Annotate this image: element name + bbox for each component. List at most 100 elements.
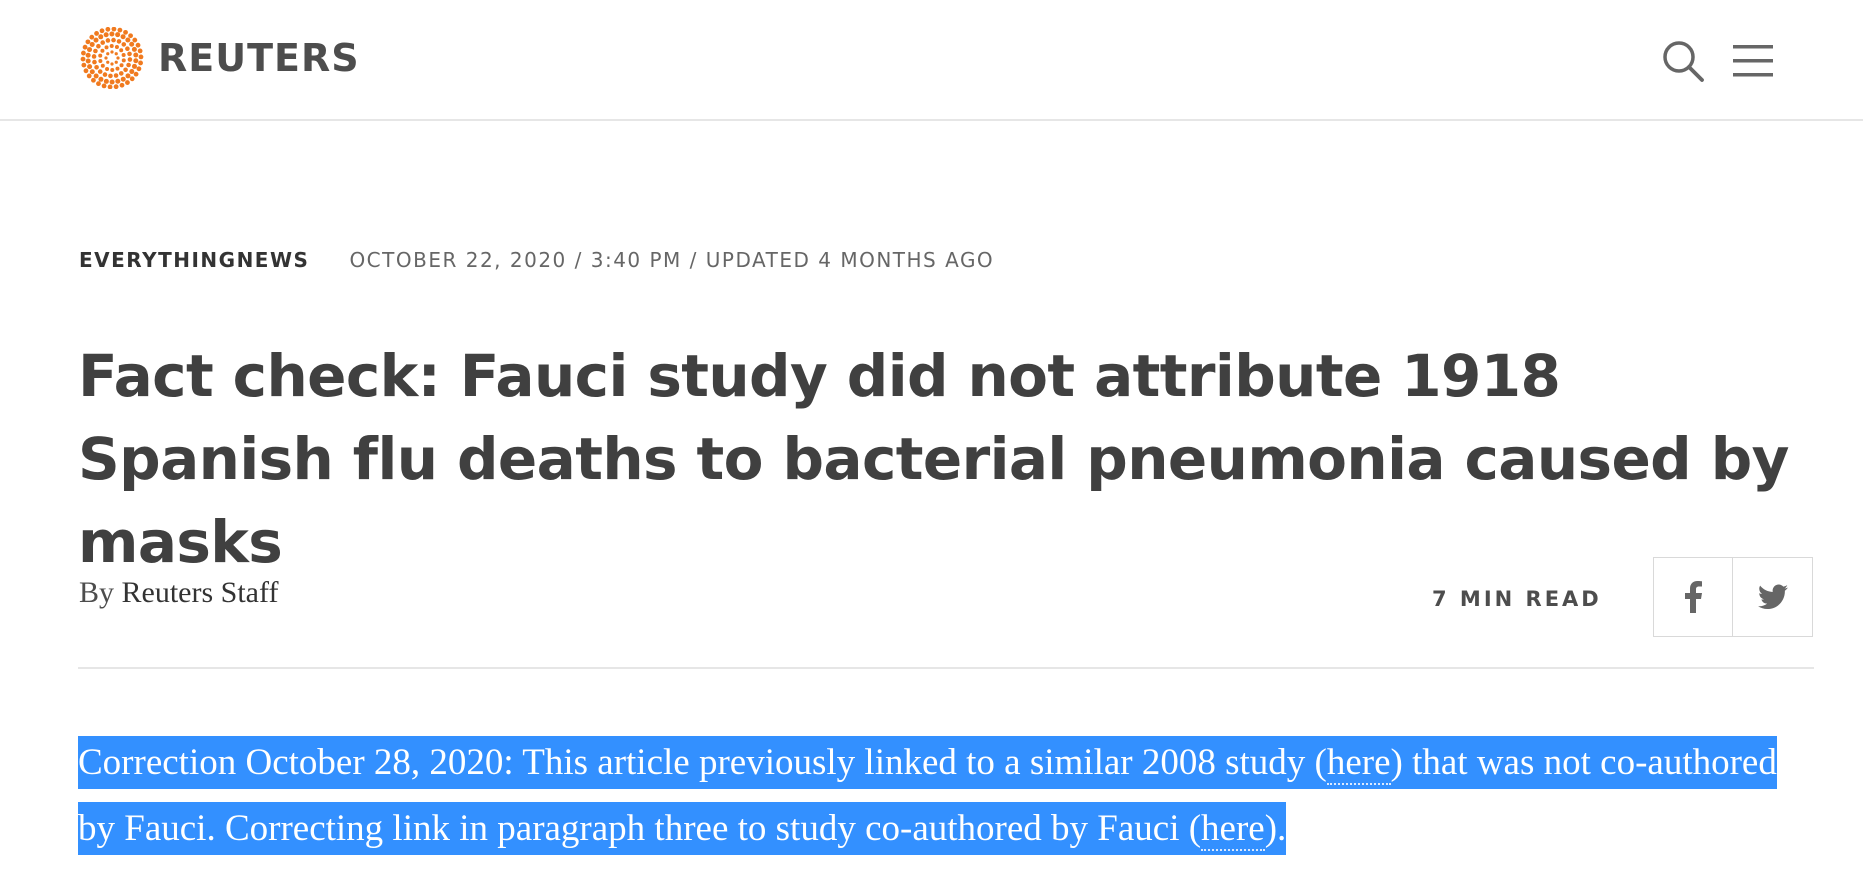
byline-divider bbox=[78, 667, 1814, 669]
logo-dot bbox=[118, 71, 124, 76]
logo-dot bbox=[92, 59, 97, 65]
logo-dot bbox=[98, 58, 103, 63]
logo-dot bbox=[109, 44, 114, 48]
logo-dot bbox=[89, 34, 95, 40]
read-time: 7 MIN READ bbox=[1432, 587, 1602, 611]
logo-dot bbox=[117, 27, 123, 33]
logo-dot bbox=[82, 44, 88, 50]
reuters-logo[interactable]: REUTERS bbox=[78, 27, 360, 89]
logo-dot bbox=[85, 52, 91, 58]
site-header: REUTERS bbox=[0, 0, 1863, 121]
logo-dot bbox=[94, 31, 99, 36]
author-link[interactable]: Reuters Staff bbox=[122, 576, 279, 609]
logo-dot bbox=[138, 54, 144, 60]
search-icon bbox=[1663, 41, 1704, 82]
logo-dot bbox=[107, 84, 113, 89]
byline: By Reuters Staff bbox=[79, 576, 278, 610]
logo-dot bbox=[81, 50, 86, 56]
reuters-logo-icon bbox=[80, 27, 144, 89]
logo-dot bbox=[133, 58, 139, 64]
logo-dot bbox=[103, 78, 109, 84]
twitter-icon bbox=[1757, 584, 1788, 609]
correction-highlight: Correction October 28, 2020: This articl… bbox=[78, 736, 1777, 855]
correction-link-2[interactable]: here bbox=[1201, 808, 1265, 851]
logo-dot bbox=[103, 32, 109, 38]
logo-dot bbox=[121, 58, 126, 63]
correction-text-1: Correction October 28, 2020: This articl… bbox=[78, 742, 1327, 783]
logo-dot bbox=[99, 28, 105, 34]
logo-dot bbox=[101, 83, 107, 89]
search-button[interactable] bbox=[1660, 38, 1706, 84]
logo-dot bbox=[89, 69, 95, 75]
logo-dot bbox=[120, 34, 126, 40]
logo-dot bbox=[110, 62, 114, 66]
logo-dot bbox=[105, 27, 111, 32]
logo-dot bbox=[125, 80, 130, 85]
facebook-icon bbox=[1685, 581, 1702, 613]
logo-dot bbox=[121, 53, 126, 58]
logo-dot bbox=[125, 73, 131, 79]
logo-dot bbox=[91, 54, 97, 59]
logo-dot bbox=[97, 69, 103, 74]
twitter-share-button[interactable] bbox=[1733, 557, 1813, 637]
logo-dot bbox=[87, 64, 93, 70]
logo-dot bbox=[135, 42, 141, 48]
logo-dot bbox=[125, 37, 131, 43]
logo-dot bbox=[119, 48, 124, 53]
article-headline: Fact check: Fauci study did not attribut… bbox=[78, 342, 1789, 576]
logo-dot bbox=[115, 32, 121, 38]
logo-dot bbox=[89, 41, 95, 47]
logo-dot bbox=[105, 66, 110, 71]
logo-dot bbox=[93, 73, 99, 79]
logo-dot bbox=[116, 39, 122, 44]
logo-dot bbox=[125, 46, 130, 52]
correction-text-3: ). bbox=[1264, 808, 1287, 849]
logo-dot bbox=[120, 76, 126, 82]
logo-dot bbox=[111, 37, 116, 43]
menu-button[interactable] bbox=[1730, 38, 1776, 84]
logo-dot bbox=[83, 68, 89, 74]
logo-dot bbox=[98, 53, 103, 58]
logo-dot bbox=[127, 51, 132, 57]
logo-dot bbox=[96, 43, 101, 49]
logo-dot bbox=[113, 84, 119, 89]
logo-dot bbox=[110, 68, 115, 72]
logo-dot bbox=[104, 45, 109, 50]
logo-dot bbox=[127, 57, 133, 62]
logo-dot bbox=[114, 60, 118, 64]
logo-dot bbox=[100, 40, 106, 45]
correction-link-1[interactable]: here bbox=[1326, 742, 1391, 785]
logo-dot bbox=[106, 52, 110, 56]
logo-dot bbox=[109, 79, 115, 85]
logo-dot bbox=[106, 60, 110, 64]
logo-dot bbox=[119, 63, 124, 68]
logo-dot bbox=[131, 63, 137, 69]
share-buttons bbox=[1653, 557, 1813, 637]
logo-dot bbox=[123, 67, 128, 73]
logo-dot bbox=[133, 71, 139, 77]
logo-dot bbox=[131, 46, 137, 52]
logo-dot bbox=[93, 37, 99, 43]
logo-dot bbox=[113, 73, 119, 78]
logo-dot bbox=[128, 33, 133, 39]
logo-wordmark: REUTERS bbox=[158, 36, 360, 80]
logo-dot bbox=[121, 42, 127, 47]
logo-dot bbox=[119, 82, 125, 88]
logo-dot bbox=[86, 73, 92, 79]
logo-dot bbox=[91, 77, 96, 83]
facebook-share-button[interactable] bbox=[1653, 557, 1733, 637]
channel-link[interactable]: EVERYTHINGNEWS bbox=[79, 248, 309, 272]
logo-dot bbox=[85, 58, 91, 64]
logo-dot bbox=[94, 64, 99, 70]
logo-dot bbox=[109, 31, 115, 37]
logo-dot bbox=[81, 62, 87, 68]
logo-dot bbox=[115, 78, 121, 84]
logo-dot bbox=[137, 48, 143, 54]
logo-dot bbox=[104, 56, 108, 60]
article-meta: EVERYTHINGNEWS OCTOBER 22, 2020 / 3:40 P… bbox=[79, 248, 994, 272]
logo-dot bbox=[111, 27, 117, 32]
logo-dot bbox=[114, 52, 118, 56]
logo-dot bbox=[100, 63, 105, 68]
byline-prefix: By bbox=[79, 576, 115, 609]
logo-dot bbox=[102, 72, 108, 77]
